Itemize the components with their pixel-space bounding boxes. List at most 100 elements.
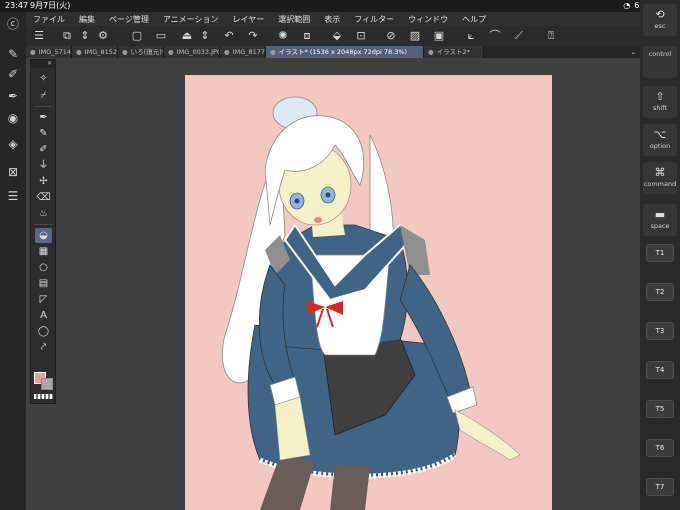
balloon-tool-icon[interactable]: ◯ [35,324,52,339]
left-rail: ⓒ ✎ ✐ ✒ ◉ ◈ ⊠ ☰ [0,12,26,510]
document-tab[interactable]: ●IMG_8177(復元 [220,46,266,58]
undo-icon[interactable]: ↶ [222,29,236,43]
document-tab[interactable]: ● イラスト* (1536 x 2048px 72dpi 78.3%) [266,46,424,58]
eraser-tool-icon[interactable]: ⌫ [35,190,52,205]
touch-button-t1[interactable]: T1 [646,244,674,262]
wifi-icon: ◔ [623,1,631,10]
modifier-key-panel: ⟲ esc control ⇧ shift ⌥ option ⌘ command ▬ space T1… [640,0,680,510]
text-tool-icon[interactable]: A [35,308,52,323]
menu-item[interactable]: フィルター [347,14,401,25]
decoration-tool-icon[interactable]: ⏚ [35,158,52,173]
frame-border-tool-icon[interactable]: ▤ [35,276,52,291]
help-icon[interactable]: ⍰ [544,29,558,43]
fill-bucket-icon[interactable]: ⬙ [330,29,344,43]
touch-button-t3[interactable]: T3 [646,322,674,340]
copy-icon[interactable]: ⧈ [300,29,314,43]
modifier-key-control[interactable]: control [643,46,677,78]
menu-item[interactable]: ヘルプ [455,14,493,25]
hamburger-menu-icon[interactable]: ☰ [32,29,46,43]
eyedropper-tool-icon[interactable]: ⌿ [35,88,52,103]
pen-tool-icon[interactable]: ✒ [35,110,52,125]
drawing-canvas[interactable] [185,75,552,510]
clear-selection-icon[interactable]: ✺ [276,29,290,43]
tab-close-icon[interactable]: ● [270,48,276,56]
touch-button-t7[interactable]: T7 [646,478,674,496]
settings-icon[interactable]: ⚙ [96,29,110,43]
snap-icon[interactable]: ⟋ [512,29,526,43]
properties-icon[interactable]: ☰ [5,188,21,204]
tab-close-icon[interactable]: ● [30,48,36,56]
shift-glyph-icon: ⇧ [655,90,665,103]
tab-close-icon[interactable]: ● [224,48,230,56]
correct-line-tool-icon[interactable]: ⤤ [35,340,52,355]
navigator-icon[interactable]: ⊠ [5,164,21,180]
menu-item[interactable]: 編集 [72,14,102,25]
tab-close-icon[interactable]: ● [76,48,82,56]
sub-tool-icon[interactable]: ✐ [5,66,21,82]
save-icon[interactable]: ⏏ [180,29,194,43]
document-tab[interactable]: ● IMG_0033.JPG( [164,46,220,58]
blend-tool-icon[interactable]: ♨ [35,206,52,221]
redo-icon[interactable]: ↷ [246,29,260,43]
new-page-icon[interactable]: ⧉ [60,29,74,43]
menu-item[interactable]: ファイル [26,14,72,25]
tab-close-icon[interactable]: ● [122,48,128,56]
airbrush-tool-icon[interactable]: ✢ [35,174,52,189]
transparent-color-swatch[interactable] [34,394,53,399]
save-arrows-icon[interactable]: ⇕ [198,29,212,43]
menu-item[interactable]: レイヤー [226,14,272,25]
clip-logo-icon[interactable]: ⓒ [5,16,21,32]
touch-button-t6[interactable]: T6 [646,439,674,457]
invert-selection-icon[interactable]: ▣ [432,29,446,43]
color-wheel-icon[interactable]: ◉ [5,110,21,126]
modifier-key-shift[interactable]: ⇧ shift [643,86,677,118]
menu-bar: ファイル 編集 ページ管理 アニメーション レイヤー 選択範囲 表示 フィルター ウィンドウ ヘル… [26,12,640,26]
document-tab[interactable]: ● イラスト2* [424,46,484,58]
command-glyph-icon: ⌘ [654,166,666,179]
magic-wand-tool-icon[interactable]: ✧ [35,71,52,86]
palette-close-icon[interactable]: ✕ [47,60,52,67]
modifier-key-option[interactable]: ⌥ option [643,124,677,156]
touch-button-t4[interactable]: T4 [646,361,674,379]
deselect-icon[interactable]: ⊘ [384,29,398,43]
open-file-icon[interactable]: ▭ [154,29,168,43]
touch-button-t5[interactable]: T5 [646,400,674,418]
gradient-tool-icon[interactable]: ▦ [35,244,52,259]
tab-label: いろ(復元)* [130,48,164,56]
palette-icon[interactable]: ✎ [5,46,21,62]
layers-icon[interactable]: ◈ [5,136,21,152]
menu-item[interactable]: ウィンドウ [401,14,455,25]
canvas-area[interactable] [26,58,640,510]
tab-close-icon[interactable]: ● [428,48,434,56]
illustration-artwork [221,96,521,510]
ruler-icon[interactable]: ⟀ [464,29,478,43]
figure-tool-icon[interactable]: ○ [35,260,52,275]
document-tab[interactable]: ●IMG_5714(復元 [26,46,72,58]
document-tabs: ⌄ ●IMG_5714(復元●IMG_8152(復元●いろ(復元)*●IMG_0… [26,46,640,58]
status-bar: 23:47 9月7日(火) ◔ 62% [0,0,680,12]
new-file-icon[interactable]: ▢ [130,29,144,43]
menu-item[interactable]: 選択範囲 [271,14,317,25]
arrows-updown-icon[interactable]: ⇕ [78,29,92,43]
brush-tool-icon[interactable]: ✐ [35,142,52,157]
sub-color-swatch[interactable] [41,378,53,390]
ruler-tool-icon[interactable]: ◸ [35,292,52,307]
select-all-icon[interactable]: ▨ [408,29,422,43]
tab-close-icon[interactable]: ● [168,48,174,56]
tab-overflow-icon[interactable]: ⌄ [631,46,636,58]
modifier-key-esc[interactable]: ⟲ esc [643,4,677,36]
document-tab[interactable]: ● いろ(復元)* [118,46,164,58]
touch-button-t2[interactable]: T2 [646,283,674,301]
modifier-key-command[interactable]: ⌘ command [643,162,677,194]
brush-size-icon[interactable]: ✒ [5,88,21,104]
modifier-key-space[interactable]: ▬ space [643,204,677,236]
menu-item[interactable]: ページ管理 [102,14,156,25]
esc-glyph-icon: ⟲ [655,8,665,21]
transform-icon[interactable]: ⊡ [354,29,368,43]
fill-tool-icon[interactable]: ◒ [35,228,52,243]
pencil-tool-icon[interactable]: ✎ [35,126,52,141]
brush-ruler-icon[interactable]: ⌒ [488,29,502,43]
menu-item[interactable]: アニメーション [156,14,226,25]
menu-item[interactable]: 表示 [317,14,347,25]
document-tab[interactable]: ●IMG_8152(復元 [72,46,118,58]
